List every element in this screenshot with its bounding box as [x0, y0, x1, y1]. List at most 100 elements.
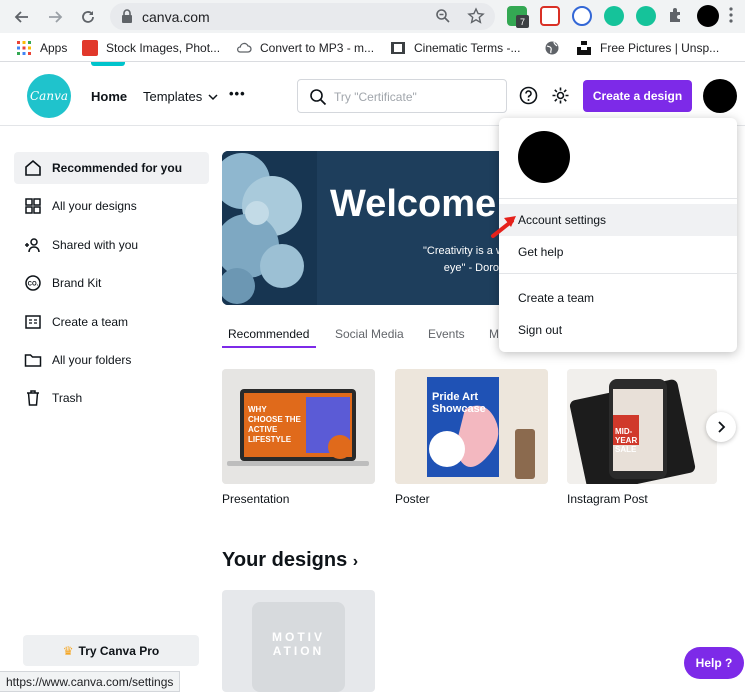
back-button[interactable]	[10, 5, 34, 29]
card-label-presentation: Presentation	[222, 492, 290, 506]
sidebar-item-recommended[interactable]: Recommended for you	[14, 152, 209, 184]
template-card-presentation[interactable]: WHY CHOOSE THE ACTIVE LIFESTYLE	[222, 369, 375, 484]
bookmarks-bar: Apps Stock Images, Phot... Convert to MP…	[0, 33, 745, 62]
unsplash-icon	[577, 41, 591, 55]
create-design-button[interactable]: Create a design	[583, 80, 692, 112]
sidebar-item-label: Brand Kit	[52, 276, 102, 290]
design-thumbnail[interactable]: MOTIV ATION	[222, 590, 375, 692]
tab-events[interactable]: Events	[428, 327, 465, 341]
shared-users-icon	[24, 236, 42, 254]
menu-item-sign-out[interactable]: Sign out	[499, 314, 737, 346]
bookmark-free-pictures[interactable]: Free Pictures | Unsp...	[576, 39, 719, 57]
search-placeholder: Try "Certificate"	[334, 90, 417, 104]
brand-kit-icon: CO.	[24, 274, 42, 292]
zoom-icon[interactable]	[435, 8, 451, 29]
red-pointer-arrow-icon	[491, 216, 516, 238]
nav-more-icon[interactable]: •••	[229, 86, 246, 101]
account-avatar-button[interactable]	[703, 79, 737, 113]
bookmark-label: Stock Images, Phot...	[106, 41, 221, 55]
home-icon	[24, 159, 42, 177]
extension-grammarly-alt-icon[interactable]	[636, 6, 656, 26]
reload-button[interactable]	[76, 5, 100, 29]
carousel-next-button[interactable]	[706, 412, 736, 442]
instagram-art-text: MID-YEAR SALE	[615, 427, 638, 454]
search-icon	[309, 88, 327, 111]
sidebar-item-label: All your folders	[52, 353, 132, 367]
sidebar-item-label: All your designs	[52, 199, 137, 213]
bookmark-label: Free Pictures | Unsp...	[600, 41, 720, 55]
globe-icon	[545, 41, 559, 55]
tab-recommended[interactable]: Recommended	[228, 327, 309, 341]
welcome-title: Welcome	[330, 183, 497, 225]
nav-templates[interactable]: Templates	[143, 89, 218, 104]
extensions-puzzle-icon[interactable]	[667, 6, 687, 26]
url-text: canva.com	[142, 9, 210, 25]
menu-item-create-team[interactable]: Create a team	[499, 282, 737, 314]
bookmark-cinematic-terms[interactable]: Cinematic Terms -...	[390, 39, 520, 57]
template-card-instagram-post[interactable]: MID-YEAR SALE	[567, 369, 717, 484]
forward-button[interactable]	[43, 5, 67, 29]
bookmark-stock-images[interactable]: Stock Images, Phot...	[82, 39, 220, 57]
extension-block-icon[interactable]	[572, 6, 592, 26]
sidebar-item-label: Trash	[52, 391, 83, 405]
sidebar-item-shared[interactable]: Shared with you	[14, 229, 209, 261]
tab-social-media[interactable]: Social Media	[335, 327, 404, 341]
bookmark-label: Apps	[40, 41, 68, 55]
your-designs-heading[interactable]: Your designs ›	[222, 549, 358, 572]
cloud-icon	[237, 42, 252, 53]
poster-image	[395, 369, 548, 484]
bookmark-label: Cinematic Terms -...	[414, 41, 521, 55]
chrome-menu-icon[interactable]	[728, 6, 745, 26]
dropdown-avatar	[518, 131, 570, 183]
sidebar-item-label: Recommended for you	[52, 161, 183, 175]
reload-icon	[82, 11, 94, 23]
hydrangea-flowers-image	[222, 151, 317, 305]
apps-grid-icon	[17, 41, 31, 55]
sidebar-item-label: Create a team	[52, 315, 129, 329]
your-designs-label: Your designs	[222, 549, 348, 571]
profile-avatar[interactable]	[697, 5, 719, 27]
bookmark-convert-mp3[interactable]: Convert to MP3 - m...	[236, 39, 374, 57]
status-bar-url: https://www.canva.com/settings	[0, 671, 181, 692]
menu-item-account-settings[interactable]: Account settings	[499, 204, 737, 236]
try-pro-label: Try Canva Pro	[78, 643, 160, 658]
crown-icon: ♛	[62, 643, 74, 658]
try-canva-pro-button[interactable]: ♛ Try Canva Pro	[23, 635, 199, 666]
tab-more[interactable]: M	[489, 327, 499, 341]
card-label-instagram-post: Instagram Post	[567, 492, 648, 506]
sidebar-item-brand-kit[interactable]: CO. Brand Kit	[14, 267, 209, 299]
sidebar-item-label: Shared with you	[52, 238, 139, 252]
lock-icon	[121, 9, 133, 28]
menu-item-get-help[interactable]: Get help	[499, 236, 737, 268]
chevron-down-icon	[208, 94, 218, 101]
back-arrow-icon	[14, 11, 28, 23]
presentation-art-text: WHY CHOOSE THE ACTIVE LIFESTYLE	[248, 405, 301, 444]
address-bar[interactable]: canva.com	[110, 3, 495, 30]
bookmark-label: Convert to MP3 - m...	[260, 41, 375, 55]
forward-arrow-icon	[49, 11, 63, 23]
bookmark-star-icon[interactable]	[467, 7, 485, 30]
template-card-poster[interactable]: Pride Art Showcase	[395, 369, 548, 484]
bookmark-globe[interactable]	[544, 39, 568, 57]
divider	[499, 273, 737, 274]
extension-grammarly-icon[interactable]	[604, 6, 624, 26]
search-input[interactable]: Try "Certificate"	[297, 79, 507, 113]
bookmark-apps[interactable]: Apps	[16, 39, 67, 57]
sidebar-item-folders[interactable]: All your folders	[14, 344, 209, 376]
sidebar-item-trash[interactable]: Trash	[14, 382, 209, 414]
extension-media-icon[interactable]	[540, 6, 560, 26]
help-circle-icon[interactable]	[519, 86, 538, 110]
active-tab-indicator	[222, 346, 316, 348]
canva-logo[interactable]: Canva	[27, 74, 71, 118]
nav-home[interactable]: Home	[91, 89, 127, 104]
gear-icon[interactable]	[551, 86, 570, 110]
extension-badge: 7	[516, 15, 529, 28]
help-button[interactable]: Help ?	[684, 647, 744, 679]
svg-text:CO.: CO.	[28, 282, 39, 288]
sidebar-item-all-designs[interactable]: All your designs	[14, 190, 209, 222]
header-active-indicator	[91, 62, 125, 66]
extension-shield-icon[interactable]: 7	[507, 6, 529, 28]
trash-icon	[24, 389, 42, 407]
folder-icon	[24, 351, 42, 369]
sidebar-item-create-team[interactable]: Create a team	[14, 306, 209, 338]
